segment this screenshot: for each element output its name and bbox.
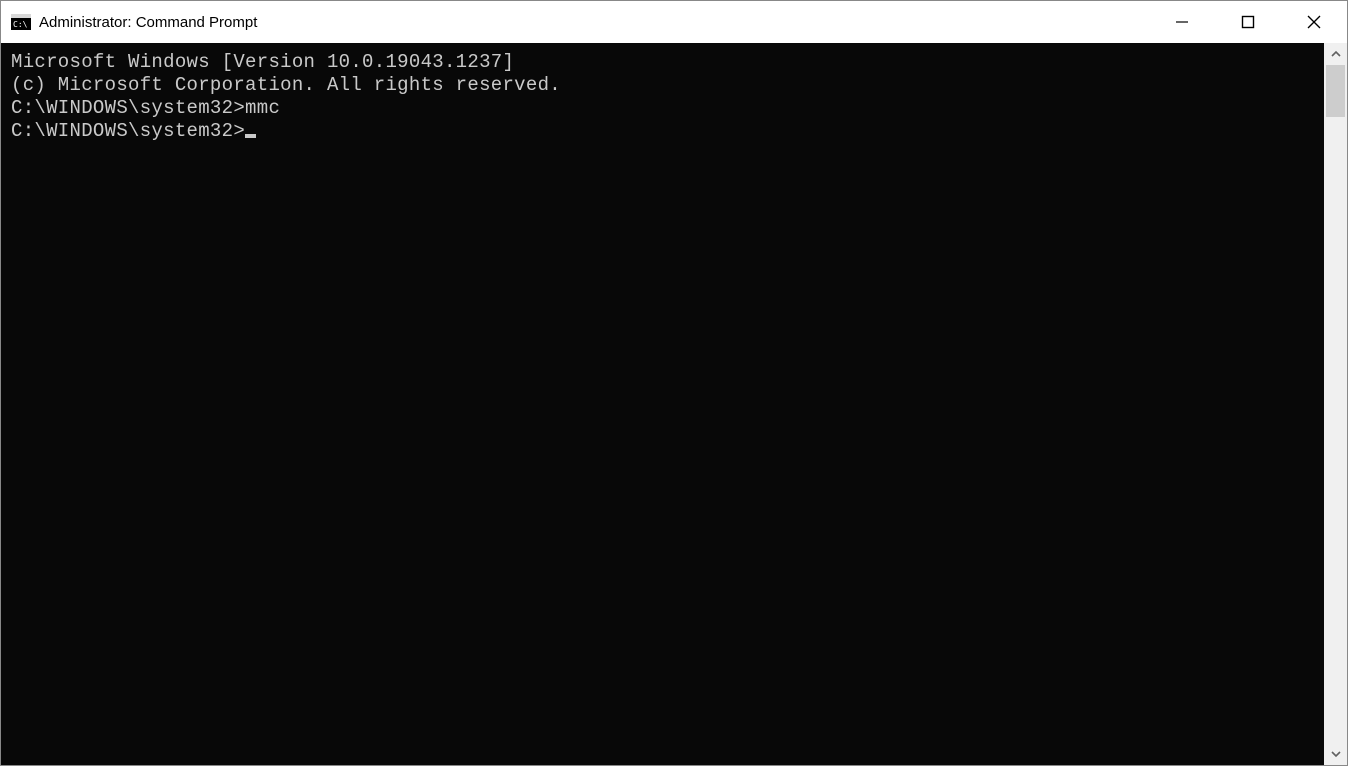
window-controls (1149, 1, 1347, 43)
cmd-app-icon: C:\ (11, 13, 31, 31)
cursor (245, 134, 256, 138)
command-prompt-window: C:\ Administrator: Command Prompt Micros… (0, 0, 1348, 766)
close-button[interactable] (1281, 1, 1347, 43)
terminal-area[interactable]: Microsoft Windows [Version 10.0.19043.12… (1, 43, 1324, 765)
scroll-up-button[interactable] (1324, 43, 1347, 65)
terminal-prompt-line: C:\WINDOWS\system32> (11, 120, 1324, 143)
content-row: Microsoft Windows [Version 10.0.19043.12… (1, 43, 1347, 765)
prompt-path: C:\WINDOWS\system32> (11, 97, 245, 119)
scrollbar-thumb[interactable] (1326, 65, 1345, 117)
maximize-button[interactable] (1215, 1, 1281, 43)
scroll-down-button[interactable] (1324, 743, 1347, 765)
vertical-scrollbar[interactable] (1324, 43, 1347, 765)
titlebar[interactable]: C:\ Administrator: Command Prompt (1, 1, 1347, 43)
minimize-button[interactable] (1149, 1, 1215, 43)
terminal-line: (c) Microsoft Corporation. All rights re… (11, 74, 1324, 97)
prompt-command: mmc (245, 97, 280, 119)
scrollbar-track[interactable] (1324, 65, 1347, 743)
terminal-line: Microsoft Windows [Version 10.0.19043.12… (11, 51, 1324, 74)
svg-text:C:\: C:\ (13, 20, 28, 29)
window-title: Administrator: Command Prompt (39, 14, 257, 31)
prompt-path: C:\WINDOWS\system32> (11, 120, 245, 142)
terminal-prompt-line: C:\WINDOWS\system32>mmc (11, 97, 1324, 120)
